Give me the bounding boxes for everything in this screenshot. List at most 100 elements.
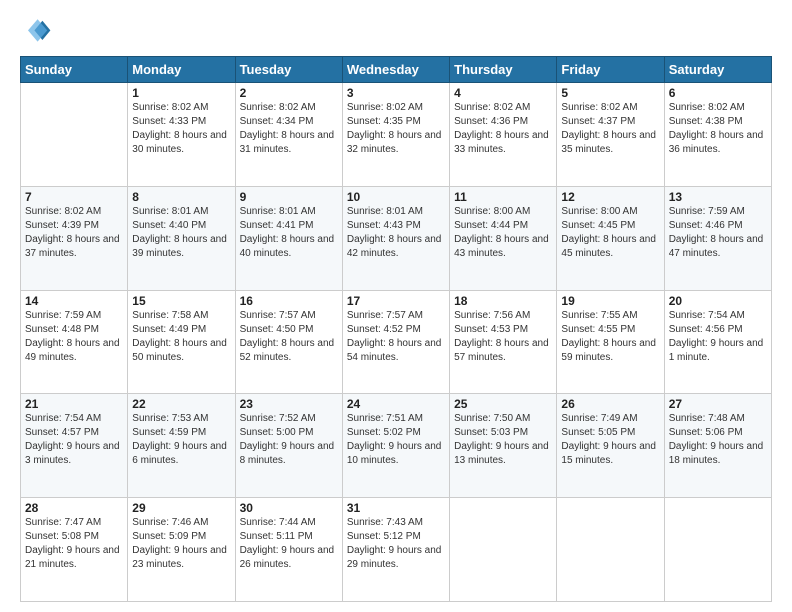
sunset-text: Sunset: 4:50 PM	[240, 324, 314, 335]
day-number: 23	[240, 397, 338, 411]
calendar-cell: 17 Sunrise: 7:57 AM Sunset: 4:52 PM Dayl…	[342, 290, 449, 394]
calendar-cell: 25 Sunrise: 7:50 AM Sunset: 5:03 PM Dayl…	[450, 394, 557, 498]
calendar-week-row: 7 Sunrise: 8:02 AM Sunset: 4:39 PM Dayli…	[21, 186, 772, 290]
day-number: 9	[240, 190, 338, 204]
daylight-text: Daylight: 8 hours and 52 minutes.	[240, 338, 335, 363]
calendar-cell	[557, 498, 664, 602]
sunrise-text: Sunrise: 7:43 AM	[347, 517, 423, 528]
day-number: 22	[132, 397, 230, 411]
daylight-text: Daylight: 8 hours and 57 minutes.	[454, 338, 549, 363]
calendar-week-row: 28 Sunrise: 7:47 AM Sunset: 5:08 PM Dayl…	[21, 498, 772, 602]
day-info: Sunrise: 8:02 AM Sunset: 4:37 PM Dayligh…	[561, 101, 659, 157]
day-number: 6	[669, 86, 767, 100]
sunset-text: Sunset: 4:44 PM	[454, 220, 528, 231]
day-info: Sunrise: 7:54 AM Sunset: 4:57 PM Dayligh…	[25, 412, 123, 468]
day-info: Sunrise: 8:00 AM Sunset: 4:44 PM Dayligh…	[454, 205, 552, 261]
day-of-week-header: Sunday	[21, 57, 128, 83]
sunrise-text: Sunrise: 7:47 AM	[25, 517, 101, 528]
daylight-text: Daylight: 8 hours and 32 minutes.	[347, 130, 442, 155]
day-info: Sunrise: 8:00 AM Sunset: 4:45 PM Dayligh…	[561, 205, 659, 261]
day-of-week-header: Monday	[128, 57, 235, 83]
sunrise-text: Sunrise: 7:48 AM	[669, 413, 745, 424]
day-number: 2	[240, 86, 338, 100]
sunset-text: Sunset: 5:08 PM	[25, 531, 99, 542]
calendar-cell: 15 Sunrise: 7:58 AM Sunset: 4:49 PM Dayl…	[128, 290, 235, 394]
day-info: Sunrise: 8:02 AM Sunset: 4:39 PM Dayligh…	[25, 205, 123, 261]
sunset-text: Sunset: 4:36 PM	[454, 116, 528, 127]
day-info: Sunrise: 7:47 AM Sunset: 5:08 PM Dayligh…	[25, 516, 123, 572]
sunrise-text: Sunrise: 7:46 AM	[132, 517, 208, 528]
sunset-text: Sunset: 4:35 PM	[347, 116, 421, 127]
day-number: 11	[454, 190, 552, 204]
day-info: Sunrise: 7:54 AM Sunset: 4:56 PM Dayligh…	[669, 309, 767, 365]
day-number: 4	[454, 86, 552, 100]
calendar-cell: 2 Sunrise: 8:02 AM Sunset: 4:34 PM Dayli…	[235, 83, 342, 187]
day-info: Sunrise: 8:02 AM Sunset: 4:33 PM Dayligh…	[132, 101, 230, 157]
daylight-text: Daylight: 9 hours and 3 minutes.	[25, 441, 120, 466]
sunrise-text: Sunrise: 8:02 AM	[454, 102, 530, 113]
daylight-text: Daylight: 8 hours and 37 minutes.	[25, 234, 120, 259]
calendar-cell: 28 Sunrise: 7:47 AM Sunset: 5:08 PM Dayl…	[21, 498, 128, 602]
calendar-cell: 7 Sunrise: 8:02 AM Sunset: 4:39 PM Dayli…	[21, 186, 128, 290]
calendar-week-row: 1 Sunrise: 8:02 AM Sunset: 4:33 PM Dayli…	[21, 83, 772, 187]
sunset-text: Sunset: 4:56 PM	[669, 324, 743, 335]
day-info: Sunrise: 7:59 AM Sunset: 4:46 PM Dayligh…	[669, 205, 767, 261]
sunset-text: Sunset: 4:38 PM	[669, 116, 743, 127]
day-info: Sunrise: 7:51 AM Sunset: 5:02 PM Dayligh…	[347, 412, 445, 468]
sunrise-text: Sunrise: 8:00 AM	[561, 206, 637, 217]
daylight-text: Daylight: 8 hours and 35 minutes.	[561, 130, 656, 155]
day-number: 7	[25, 190, 123, 204]
day-number: 21	[25, 397, 123, 411]
daylight-text: Daylight: 9 hours and 23 minutes.	[132, 545, 227, 570]
calendar-cell: 21 Sunrise: 7:54 AM Sunset: 4:57 PM Dayl…	[21, 394, 128, 498]
sunset-text: Sunset: 5:03 PM	[454, 427, 528, 438]
calendar-cell: 27 Sunrise: 7:48 AM Sunset: 5:06 PM Dayl…	[664, 394, 771, 498]
sunset-text: Sunset: 5:02 PM	[347, 427, 421, 438]
calendar-cell: 8 Sunrise: 8:01 AM Sunset: 4:40 PM Dayli…	[128, 186, 235, 290]
calendar-week-row: 14 Sunrise: 7:59 AM Sunset: 4:48 PM Dayl…	[21, 290, 772, 394]
day-info: Sunrise: 8:01 AM Sunset: 4:41 PM Dayligh…	[240, 205, 338, 261]
sunrise-text: Sunrise: 8:01 AM	[240, 206, 316, 217]
day-number: 20	[669, 294, 767, 308]
day-info: Sunrise: 7:58 AM Sunset: 4:49 PM Dayligh…	[132, 309, 230, 365]
day-number: 25	[454, 397, 552, 411]
calendar-cell	[21, 83, 128, 187]
sunset-text: Sunset: 4:49 PM	[132, 324, 206, 335]
sunset-text: Sunset: 4:48 PM	[25, 324, 99, 335]
logo-icon	[20, 16, 52, 48]
sunset-text: Sunset: 5:06 PM	[669, 427, 743, 438]
day-info: Sunrise: 7:44 AM Sunset: 5:11 PM Dayligh…	[240, 516, 338, 572]
daylight-text: Daylight: 8 hours and 54 minutes.	[347, 338, 442, 363]
day-info: Sunrise: 8:01 AM Sunset: 4:43 PM Dayligh…	[347, 205, 445, 261]
sunset-text: Sunset: 4:40 PM	[132, 220, 206, 231]
day-info: Sunrise: 7:46 AM Sunset: 5:09 PM Dayligh…	[132, 516, 230, 572]
day-info: Sunrise: 7:43 AM Sunset: 5:12 PM Dayligh…	[347, 516, 445, 572]
calendar-cell: 4 Sunrise: 8:02 AM Sunset: 4:36 PM Dayli…	[450, 83, 557, 187]
day-info: Sunrise: 8:02 AM Sunset: 4:38 PM Dayligh…	[669, 101, 767, 157]
day-info: Sunrise: 7:50 AM Sunset: 5:03 PM Dayligh…	[454, 412, 552, 468]
day-info: Sunrise: 8:02 AM Sunset: 4:35 PM Dayligh…	[347, 101, 445, 157]
daylight-text: Daylight: 8 hours and 59 minutes.	[561, 338, 656, 363]
day-number: 8	[132, 190, 230, 204]
day-number: 1	[132, 86, 230, 100]
sunrise-text: Sunrise: 8:02 AM	[132, 102, 208, 113]
day-number: 19	[561, 294, 659, 308]
sunset-text: Sunset: 4:46 PM	[669, 220, 743, 231]
calendar-cell: 23 Sunrise: 7:52 AM Sunset: 5:00 PM Dayl…	[235, 394, 342, 498]
day-info: Sunrise: 7:49 AM Sunset: 5:05 PM Dayligh…	[561, 412, 659, 468]
sunrise-text: Sunrise: 8:00 AM	[454, 206, 530, 217]
day-number: 5	[561, 86, 659, 100]
day-info: Sunrise: 8:02 AM Sunset: 4:34 PM Dayligh…	[240, 101, 338, 157]
calendar-cell: 16 Sunrise: 7:57 AM Sunset: 4:50 PM Dayl…	[235, 290, 342, 394]
calendar-cell: 19 Sunrise: 7:55 AM Sunset: 4:55 PM Dayl…	[557, 290, 664, 394]
day-info: Sunrise: 7:53 AM Sunset: 4:59 PM Dayligh…	[132, 412, 230, 468]
sunrise-text: Sunrise: 7:54 AM	[669, 310, 745, 321]
sunrise-text: Sunrise: 7:51 AM	[347, 413, 423, 424]
daylight-text: Daylight: 9 hours and 21 minutes.	[25, 545, 120, 570]
sunrise-text: Sunrise: 8:02 AM	[25, 206, 101, 217]
sunrise-text: Sunrise: 8:01 AM	[347, 206, 423, 217]
sunrise-text: Sunrise: 8:02 AM	[347, 102, 423, 113]
header	[20, 16, 772, 48]
sunrise-text: Sunrise: 8:01 AM	[132, 206, 208, 217]
sunset-text: Sunset: 5:11 PM	[240, 531, 313, 542]
